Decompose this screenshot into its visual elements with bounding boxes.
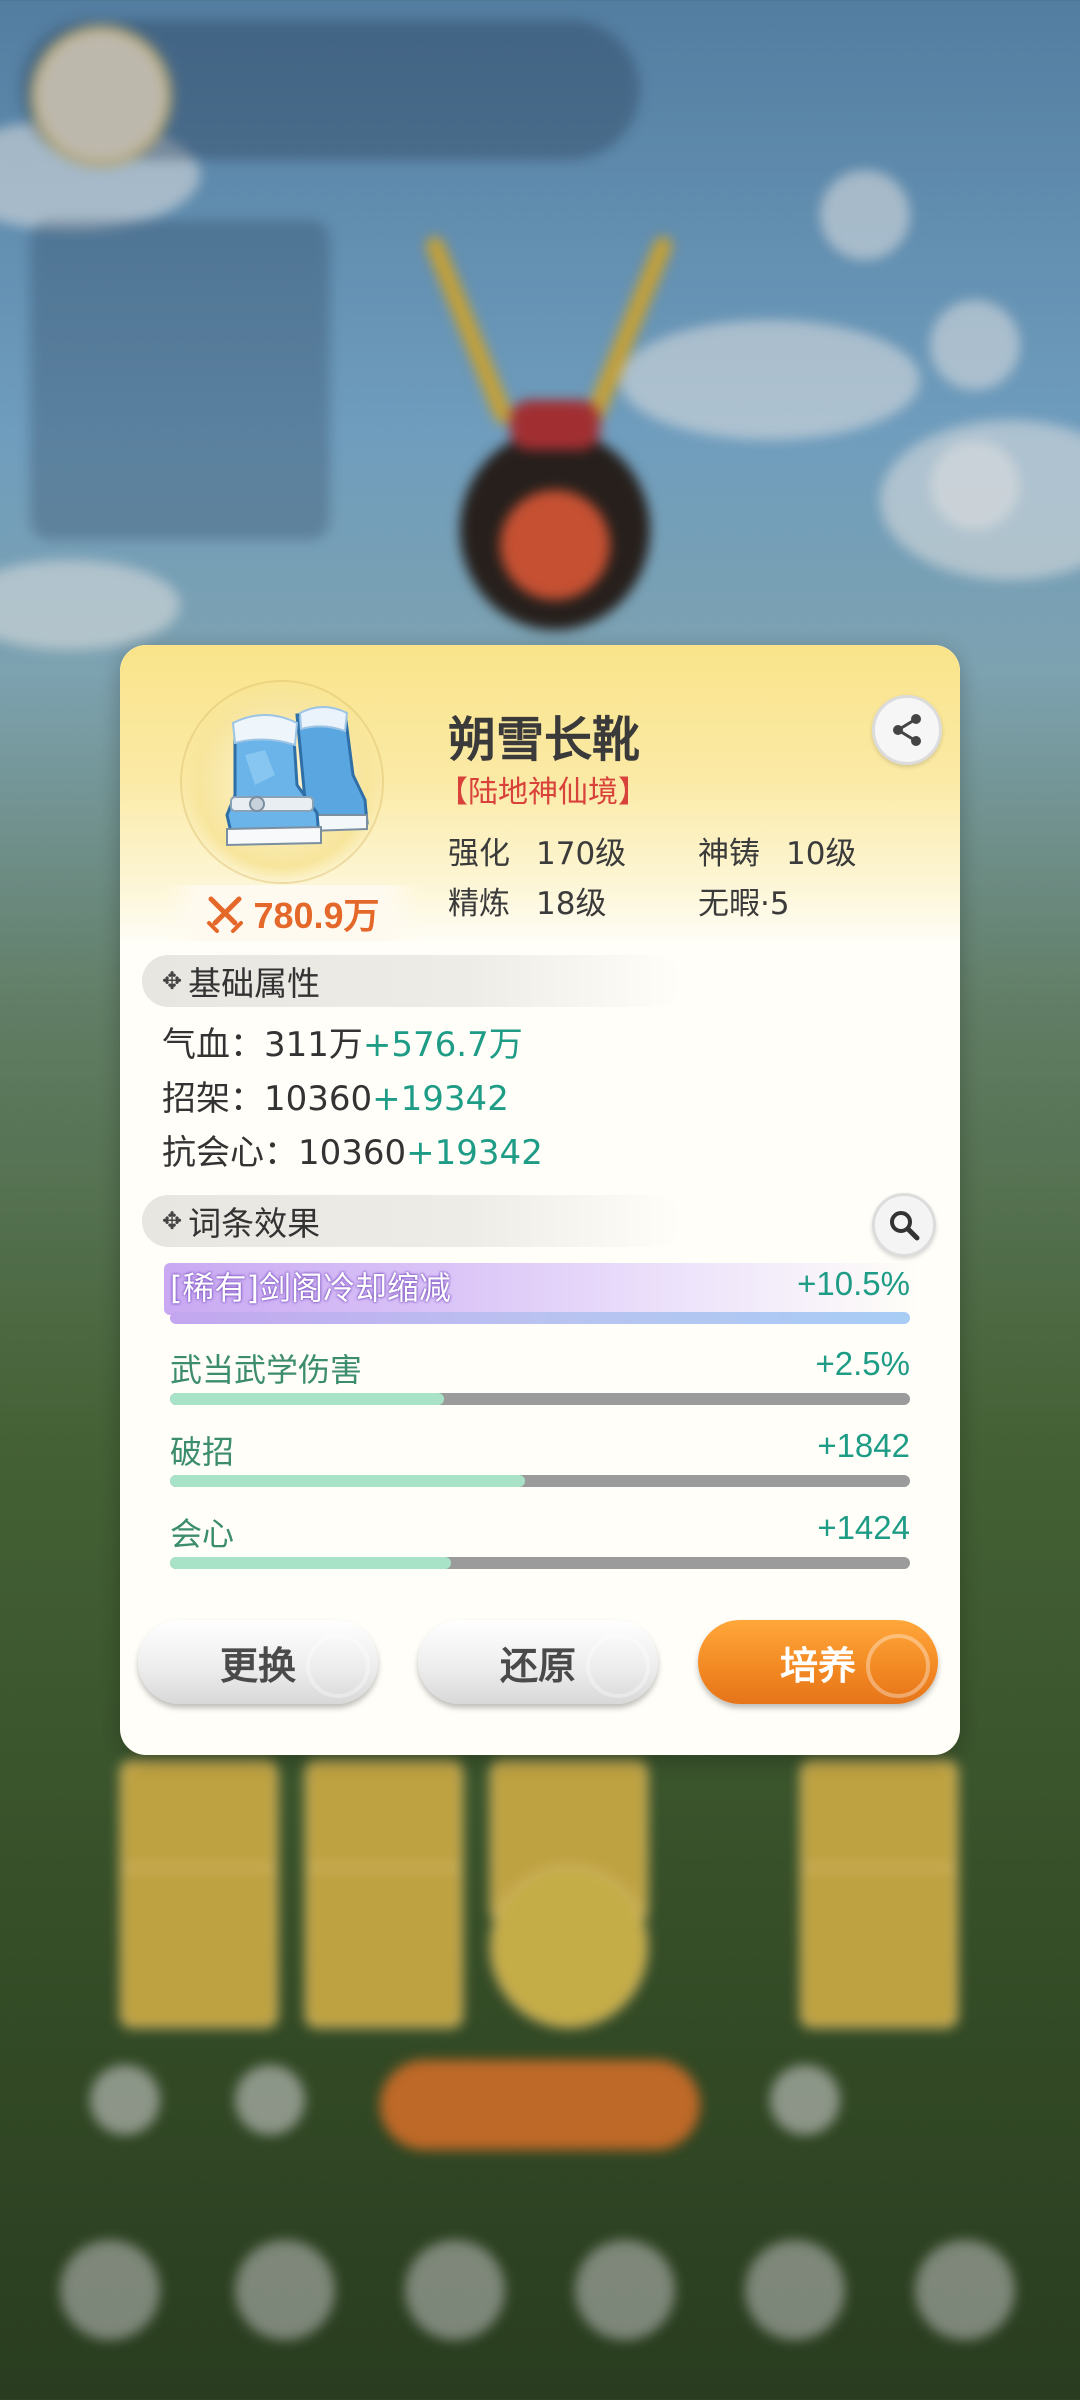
affix-row: 破招 +1842 [170,1427,910,1487]
item-icon-frame: 780.9万 [165,670,420,941]
affix-level-fill [170,1475,526,1487]
diamond-icon: ✥ [162,1207,183,1235]
stat-enhance: 强化 170级 [448,835,627,872]
crossed-swords-icon [207,896,244,933]
affix-row: 武当武学伤害 +2.5% [170,1345,910,1405]
search-icon [890,1211,920,1241]
rare-affix-bar [170,1312,910,1324]
item-name: 朔雪长靴 [448,712,641,768]
stat-forge: 神铸 10级 [698,835,857,872]
share-button[interactable] [872,695,942,765]
attr-parry: 招架：10360+19342 [162,1079,509,1119]
base-attributes-header: ✥ 基础属性 [142,955,682,1007]
restore-button[interactable]: 还原 [418,1620,658,1704]
power-value: 780.9万 [253,895,380,936]
boots-icon [225,706,369,847]
search-button[interactable] [872,1193,936,1257]
train-button[interactable]: 培养 [698,1620,938,1704]
item-stats-grid: 强化 170级 神铸 10级 精炼 18级 无暇·5 [448,825,948,925]
affix-level-fill [170,1393,444,1405]
rare-affix-name: [稀有]剑阁冷却缩减 [170,1269,451,1307]
stat-refine: 精炼 18级 [448,885,607,922]
affix-effects-header: ✥ 词条效果 [142,1195,682,1247]
replace-button[interactable]: 更换 [138,1620,378,1704]
stat-flawless: 无暇·5 [698,885,790,922]
attr-hp: 气血：311万+576.7万 [162,1025,523,1065]
item-detail-panel: 780.9万 朔雪长靴 【陆地神仙境】 强化 170级 神铸 10级 精炼 18级 无… [120,645,960,1755]
power-badge: 780.9万 [165,885,420,941]
diamond-icon: ✥ [162,967,183,995]
affix-level-fill [170,1557,452,1569]
item-realm: 【陆地神仙境】 [438,775,648,810]
attr-crit-resist: 抗会心：10360+19342 [162,1133,543,1173]
affix-row: 会心 +1424 [170,1509,910,1569]
share-icon [893,714,921,746]
rare-affix-value: +10.5% [797,1265,910,1302]
